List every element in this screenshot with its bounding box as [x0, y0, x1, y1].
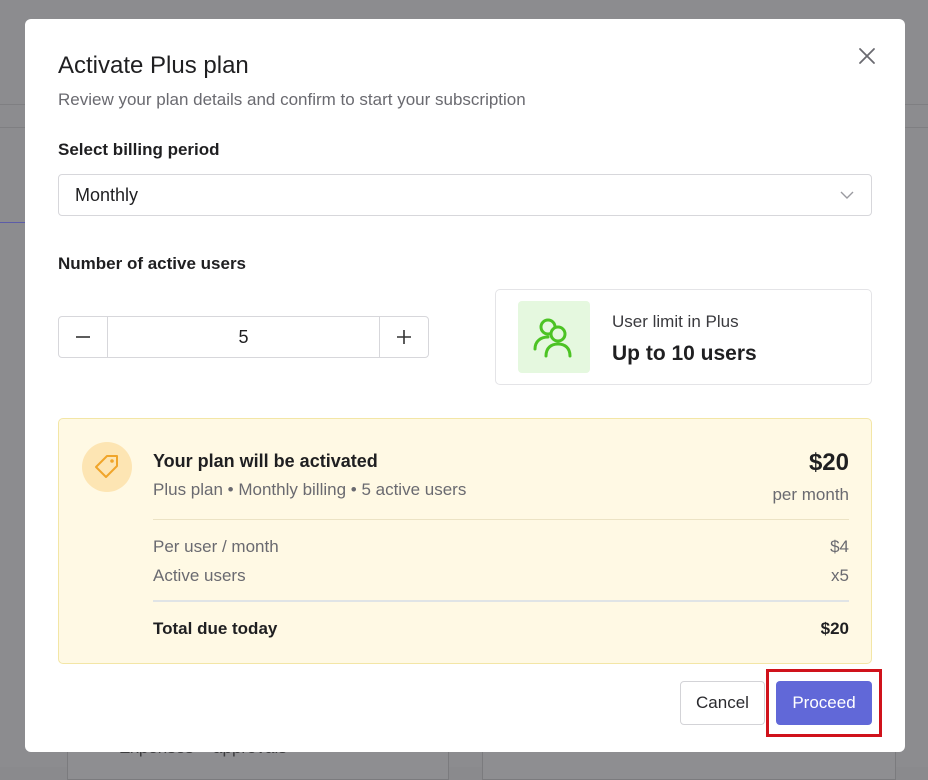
active-users-label: Number of active users [58, 254, 246, 274]
tag-icon [93, 453, 121, 481]
active-users-stepper: 5 [58, 316, 429, 358]
active-users-row-value: x5 [831, 566, 849, 586]
close-icon [858, 47, 876, 65]
close-button[interactable] [856, 45, 878, 67]
proceed-button[interactable]: Proceed [776, 681, 872, 725]
billing-period-value: Monthly [75, 185, 138, 206]
active-users-row-label: Active users [153, 566, 246, 586]
minus-icon [74, 328, 92, 346]
total-divider [153, 600, 849, 602]
user-limit-value: Up to 10 users [612, 342, 757, 366]
billing-period-select[interactable]: Monthly [58, 174, 872, 216]
plan-summary-panel: Your plan will be activated Plus plan • … [58, 418, 872, 664]
plus-icon [395, 328, 413, 346]
users-icon [531, 314, 577, 360]
per-user-value: $4 [830, 537, 849, 557]
total-due-value: $20 [821, 619, 849, 639]
user-limit-icon-box [518, 301, 590, 373]
summary-price: $20 [809, 449, 849, 477]
total-due-label: Total due today [153, 619, 277, 639]
tag-icon-box [82, 442, 132, 492]
user-limit-label: User limit in Plus [612, 312, 739, 332]
chevron-down-icon [839, 187, 855, 203]
user-limit-card: User limit in Plus Up to 10 users [495, 289, 872, 385]
summary-subtitle: Plus plan • Monthly billing • 5 active u… [153, 480, 466, 500]
per-user-label: Per user / month [153, 537, 279, 557]
billing-period-label: Select billing period [58, 140, 220, 160]
background-accent [0, 222, 28, 223]
cancel-button[interactable]: Cancel [680, 681, 765, 725]
active-users-count[interactable]: 5 [108, 317, 379, 357]
summary-price-period: per month [772, 485, 849, 505]
increment-button[interactable] [379, 317, 428, 357]
summary-divider [153, 519, 849, 520]
decrement-button[interactable] [59, 317, 108, 357]
summary-title: Your plan will be activated [153, 451, 378, 472]
modal-subtitle: Review your plan details and confirm to … [58, 90, 526, 110]
modal-title: Activate Plus plan [58, 52, 249, 80]
